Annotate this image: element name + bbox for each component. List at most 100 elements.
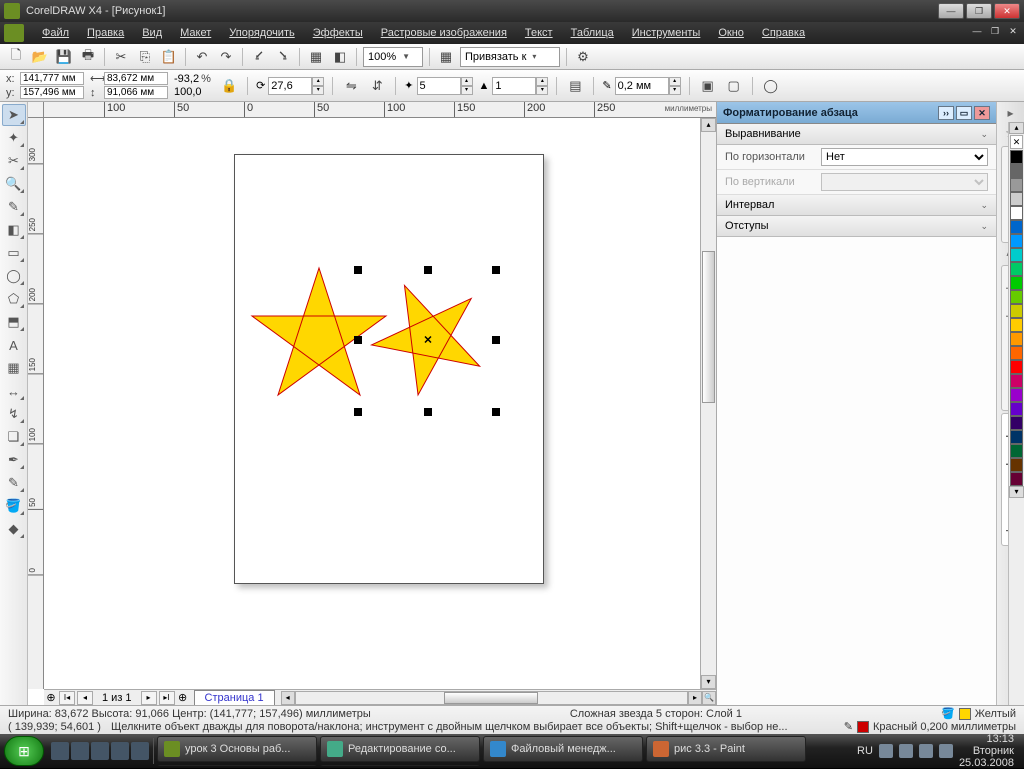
color-swatch[interactable] [1010,248,1023,262]
options-button[interactable]: ⚙ [573,47,593,67]
drawing-viewport[interactable]: ✕ [44,118,716,689]
export-button[interactable]: ⭸ [273,47,293,67]
menu-edit[interactable]: Правка [79,24,132,42]
maximize-button[interactable]: ❐ [966,3,992,19]
zoom-tool[interactable]: 🔍 [2,173,26,195]
height-input[interactable] [104,86,168,99]
ruler-origin[interactable] [28,102,44,118]
lock-ratio-button[interactable]: 🔒 [219,76,239,96]
selection-handle[interactable] [424,266,432,274]
volume-icon[interactable] [939,744,953,758]
zoom-combo[interactable]: 100%▼ [363,47,423,67]
selection-center-icon[interactable]: ✕ [423,334,432,347]
docker-collapse-button[interactable]: ›› [938,106,954,120]
star-points-input[interactable]: ✦ ▴▾ [404,77,472,95]
x-input[interactable] [20,72,84,85]
taskbar-task[interactable]: рис 3.3 - Paint [646,736,806,762]
ruler-horizontal[interactable]: миллиметры 10050 050 100150 200250 [44,102,716,118]
to-front-button[interactable]: ▣ [698,76,718,96]
selection-handle[interactable] [354,266,362,274]
clock[interactable]: 13:13 Вторник 25.03.2008 [959,733,1014,769]
add-page-icon[interactable]: ⊕ [44,691,58,704]
interactive-tool[interactable]: ❏ [2,426,26,448]
color-swatch[interactable] [1010,234,1023,248]
shape-tool[interactable]: ✦ [2,127,26,149]
ruler-vertical[interactable]: 300250 200150 10050 0 [28,118,44,689]
menu-text[interactable]: Текст [517,24,561,42]
taskbar-task[interactable]: лекция 3.3 - Micros... [320,765,480,766]
convert-curves-button[interactable]: ◯ [761,76,781,96]
minimize-button[interactable]: — [938,3,964,19]
print-button[interactable]: 🖶 [78,47,98,67]
cut-button[interactable]: ✂ [111,47,131,67]
menu-effects[interactable]: Эффекты [305,24,371,42]
y-input[interactable] [20,86,84,99]
taskbar-task[interactable]: урок 3 Основы раб... [157,736,317,762]
smart-fill-tool[interactable]: ◧ [2,219,26,241]
docker-section-indent[interactable]: Отступы⌄ [717,216,996,237]
taskbar-task[interactable]: Файловый менедж... [483,736,643,762]
eyedropper-tool[interactable]: ✒ [2,449,26,471]
color-swatch[interactable] [1010,402,1023,416]
new-button[interactable]: 🗋 [6,47,26,67]
to-back-button[interactable]: ▢ [724,76,744,96]
freehand-tool[interactable]: ✎ [2,196,26,218]
start-button[interactable]: ⊞ [4,736,44,766]
color-swatch[interactable] [1010,318,1023,332]
palette-down-button[interactable]: ▾ [1009,486,1024,498]
ql-icon[interactable] [91,742,109,760]
rotation-input[interactable]: ⟳ ▴▾ [256,77,324,95]
basic-shapes-tool[interactable]: ⬒ [2,311,26,333]
mdi-restore-icon[interactable]: ❐ [988,26,1002,40]
pick-tool[interactable]: ➤ [2,104,26,126]
docker-section-spacing[interactable]: Интервал⌄ [717,195,996,216]
mirror-h-button[interactable]: ⇋ [341,76,361,96]
mirror-v-button[interactable]: ⇵ [367,76,387,96]
scrollbar-vertical[interactable]: ▴▾ [700,118,716,689]
menu-layout[interactable]: Макет [172,24,219,42]
align-h-select[interactable]: Нет [821,148,988,166]
selection-handle[interactable] [354,336,362,344]
color-swatch[interactable] [1010,458,1023,472]
docker-pin-button[interactable]: ▭ [956,106,972,120]
app-logo-icon[interactable] [4,24,24,42]
color-swatch[interactable] [1010,360,1023,374]
text-tool[interactable]: A [2,334,26,356]
selection-handle[interactable] [354,408,362,416]
nav-first-button[interactable]: I◂ [59,691,75,705]
tray-icon[interactable] [879,744,893,758]
menu-window[interactable]: Окно [710,24,752,42]
menu-bitmaps[interactable]: Растровые изображения [373,24,515,42]
ql-icon[interactable] [51,742,69,760]
menu-tools[interactable]: Инструменты [624,24,709,42]
color-swatch[interactable] [1010,192,1023,206]
zoom-nav-icon[interactable]: 🔍 [702,691,716,705]
tray-icon[interactable] [919,744,933,758]
color-swatch[interactable] [1010,346,1023,360]
nav-prev-button[interactable]: ◂ [77,691,93,705]
scrollbar-horizontal[interactable]: ◂▸ 🔍 [281,691,716,705]
color-swatch[interactable] [1010,304,1023,318]
outline-tool[interactable]: ✎ [2,472,26,494]
color-swatch[interactable] [1010,430,1023,444]
copy-button[interactable]: ⎘ [135,47,155,67]
menu-help[interactable]: Справка [754,24,813,42]
fill-swatch[interactable] [959,708,971,720]
ql-icon[interactable] [111,742,129,760]
ql-icon[interactable] [71,742,89,760]
color-swatch[interactable] [1010,164,1023,178]
no-color-swatch[interactable] [1010,135,1023,149]
color-swatch[interactable] [1010,262,1023,276]
selection-handle[interactable] [492,408,500,416]
color-swatch[interactable] [1010,206,1023,220]
menu-file[interactable]: Файл [34,24,77,42]
save-button[interactable]: 💾 [54,47,74,67]
app-launcher-button[interactable]: ▦ [306,47,326,67]
connector-tool[interactable]: ↯ [2,403,26,425]
redo-button[interactable]: ↷ [216,47,236,67]
ql-icon[interactable] [131,742,149,760]
outline-swatch[interactable] [857,721,869,733]
selection-handle[interactable] [424,408,432,416]
lang-indicator[interactable]: RU [857,745,873,757]
snap-toggle-button[interactable]: ▦ [436,47,456,67]
